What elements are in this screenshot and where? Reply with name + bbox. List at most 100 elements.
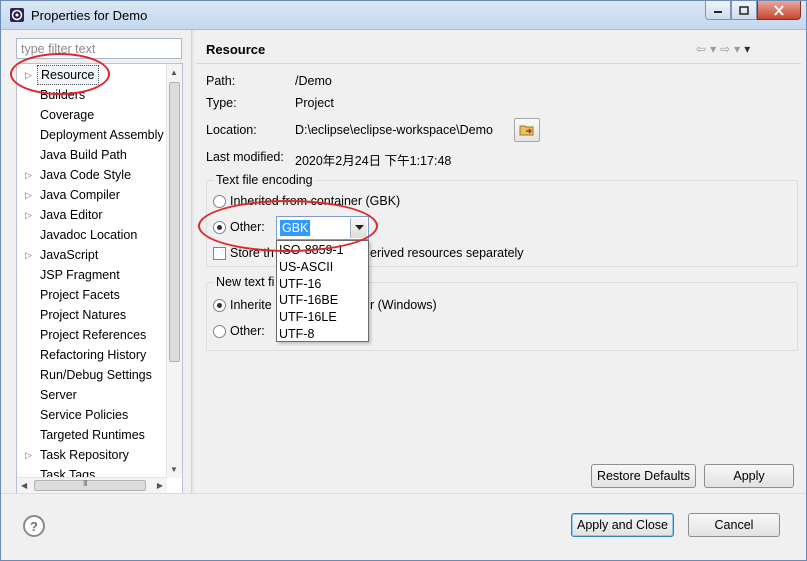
tree-item-label: Java Compiler <box>40 188 120 202</box>
tree-item[interactable]: Javadoc Location <box>17 225 167 245</box>
text-encoding-legend: Text file encoding <box>214 173 315 187</box>
location-label: Location: <box>206 123 257 137</box>
expand-arrow-icon[interactable]: ▷ <box>25 205 33 225</box>
encoding-option[interactable]: UTF-16BE <box>279 292 338 309</box>
tree-item[interactable]: ▷ Java Compiler <box>17 185 167 205</box>
open-folder-icon <box>519 125 534 136</box>
page-title: Resource <box>206 42 266 57</box>
tree-item[interactable]: Refactoring History <box>17 345 167 365</box>
tree-item[interactable]: JSP Fragment <box>17 265 167 285</box>
tree-item-label: Java Editor <box>40 208 103 222</box>
view-menu-icon[interactable]: ▾ <box>744 42 750 56</box>
tree-item-label: Java Build Path <box>40 148 127 162</box>
scroll-down-icon[interactable]: ▼ <box>170 465 178 474</box>
apply-and-close-button[interactable]: Apply and Close <box>571 513 674 537</box>
eclipse-icon <box>9 7 25 23</box>
tree-item-label: Java Code Style <box>40 168 132 182</box>
tree-item[interactable]: Run/Debug Settings <box>17 365 167 385</box>
page-navigation: ⇦ ▾ ⇨ ▾ ▾ <box>696 42 750 56</box>
tree-item[interactable]: Deployment Assembly <box>17 125 167 145</box>
other-delimiter-radio[interactable] <box>213 325 226 338</box>
tree-item-label: Javadoc Location <box>40 228 138 242</box>
scroll-right-icon[interactable]: ▶ <box>157 481 163 490</box>
back-arrow-icon[interactable]: ⇦ <box>696 42 706 56</box>
annotation-ellipse-resource <box>10 53 110 95</box>
tree-item[interactable]: Coverage <box>17 105 167 125</box>
tree-item[interactable]: ▷ Java Code Style <box>17 165 167 185</box>
forward-menu-icon[interactable]: ▾ <box>734 42 740 56</box>
tree-item-label: Targeted Runtimes <box>40 428 145 442</box>
expand-arrow-icon[interactable]: ▷ <box>25 445 33 465</box>
encoding-option[interactable]: UTF-16 <box>279 276 321 293</box>
path-label: Path: <box>206 74 236 88</box>
panel-sash[interactable] <box>191 30 194 493</box>
scroll-thumb-horizontal[interactable] <box>34 480 146 491</box>
tree-item[interactable]: Service Policies <box>17 405 167 425</box>
location-value: D:\eclipse\eclipse-workspace\Demo <box>295 123 493 137</box>
tree-item-label: Service Policies <box>40 408 129 422</box>
close-icon <box>774 4 784 16</box>
title-bar: Properties for Demo <box>1 1 806 30</box>
encoding-option[interactable]: UTF-16LE <box>279 309 337 326</box>
tree-item-label: JSP Fragment <box>40 268 120 282</box>
minimize-icon <box>714 11 722 13</box>
tree-item-label: Coverage <box>40 108 95 122</box>
encoding-option[interactable]: UTF-8 <box>279 326 314 343</box>
other-delimiter-label: Other: <box>230 324 265 338</box>
encoding-option[interactable]: US-ASCII <box>279 259 333 276</box>
tree-item[interactable]: Project Natures <box>17 305 167 325</box>
annotation-ellipse-encoding <box>198 200 378 252</box>
tree-list: ▷ Resource Builders Coverage Deployment Asse… <box>17 64 167 478</box>
close-button[interactable] <box>757 1 801 20</box>
tree-item[interactable]: Server <box>17 385 167 405</box>
modified-value: 2020年2月24日 下午1:17:48 <box>295 154 452 168</box>
tree-vertical-scrollbar[interactable]: ▲ ▼ <box>166 64 182 478</box>
tree-item[interactable]: Project References <box>17 325 167 345</box>
inherited-delimiter-label-end: r (Windows) <box>370 298 437 312</box>
inherited-delimiter-radio[interactable] <box>213 299 226 312</box>
scroll-grip: III <box>83 479 88 488</box>
tree-item-label: Project Natures <box>40 308 127 322</box>
help-icon[interactable]: ? <box>23 515 45 537</box>
tree-item-label: Refactoring History <box>40 348 147 362</box>
scroll-up-icon[interactable]: ▲ <box>170 68 178 77</box>
tree-item[interactable]: Targeted Runtimes <box>17 425 167 445</box>
restore-defaults-button[interactable]: Restore Defaults <box>591 464 696 488</box>
expand-arrow-icon[interactable]: ▷ <box>25 165 33 185</box>
properties-dialog: Properties for Demo type filter text ▷ Re… <box>0 0 807 561</box>
minimize-button[interactable] <box>705 1 731 20</box>
cancel-button[interactable]: Cancel <box>688 513 780 537</box>
type-value: Project <box>295 96 334 110</box>
page-tree: ▷ Resource Builders Coverage Deployment Asse… <box>16 63 183 494</box>
tree-item[interactable]: ▷ Java Editor <box>17 205 167 225</box>
inherited-encoding-radio[interactable] <box>213 195 226 208</box>
show-in-explorer-button[interactable] <box>514 118 540 142</box>
apply-button[interactable]: Apply <box>704 464 794 488</box>
tree-item[interactable]: Project Facets <box>17 285 167 305</box>
line-delimiter-legend: New text fi <box>214 275 277 289</box>
tree-item-label: JavaScript <box>40 248 99 262</box>
modified-label: Last modified: <box>206 150 284 164</box>
tree-horizontal-scrollbar[interactable]: ◀ III ▶ <box>17 477 167 493</box>
tree-item-label: Project Facets <box>40 288 120 302</box>
scroll-thumb[interactable] <box>169 82 180 362</box>
maximize-icon <box>739 5 749 15</box>
forward-arrow-icon[interactable]: ⇨ <box>720 42 730 56</box>
inherited-delimiter-label-start: Inherite <box>230 298 272 312</box>
tree-item-label: Server <box>40 388 77 402</box>
tree-item[interactable]: ▷ Task Repository <box>17 445 167 465</box>
maximize-button[interactable] <box>731 1 757 20</box>
tree-item[interactable]: Java Build Path <box>17 145 167 165</box>
tree-item-label: Deployment Assembly <box>40 128 164 142</box>
expand-arrow-icon[interactable]: ▷ <box>25 185 33 205</box>
store-derived-checkbox[interactable] <box>213 247 226 260</box>
dialog-body: type filter text ▷ Resource Builders Covera… <box>1 30 806 560</box>
tree-item-label: Project References <box>40 328 147 342</box>
type-label: Type: <box>206 96 237 110</box>
tree-item-label: Task Repository <box>40 448 129 462</box>
scroll-left-icon[interactable]: ◀ <box>21 481 27 490</box>
tree-item[interactable]: ▷ JavaScript <box>17 245 167 265</box>
expand-arrow-icon[interactable]: ▷ <box>25 245 33 265</box>
window-title: Properties for Demo <box>31 8 148 23</box>
back-menu-icon[interactable]: ▾ <box>710 42 716 56</box>
